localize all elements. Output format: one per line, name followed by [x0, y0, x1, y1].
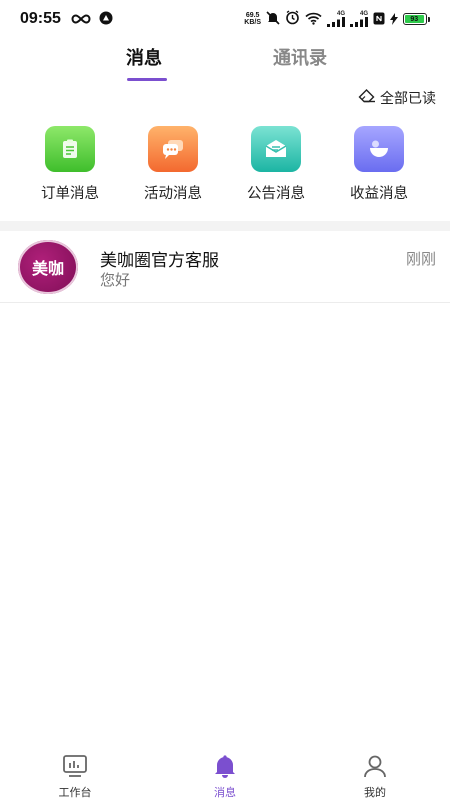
alarm-icon: [285, 9, 300, 29]
net-speed: 69.5 KB/S: [244, 12, 261, 26]
nav-item-me[interactable]: 我的: [300, 744, 450, 800]
signal-icon: 4G: [350, 11, 368, 27]
user-icon: [362, 754, 388, 782]
category-label: 公告消息: [247, 186, 305, 202]
infinity-icon: [71, 10, 91, 29]
conversation-item[interactable]: 美咖 美咖圈官方客服 您好 刚刚: [0, 231, 450, 303]
signal-icon: 4G: [327, 11, 345, 27]
nav-item-workbench[interactable]: 工作台: [0, 744, 150, 800]
nfc-icon: [373, 10, 385, 29]
nav-label: 工作台: [58, 786, 92, 799]
tab-messages[interactable]: 消息: [126, 44, 162, 70]
envelope-icon: [251, 126, 301, 172]
nav-label: 我的: [364, 786, 386, 799]
mute-icon: [266, 10, 280, 29]
category-announcement-messages[interactable]: 公告消息: [231, 126, 321, 203]
category-activity-messages[interactable]: 活动消息: [128, 126, 218, 203]
net-speed-unit: KB/S: [244, 19, 261, 26]
section-divider: [0, 221, 450, 231]
category-label: 订单消息: [41, 186, 99, 202]
status-bar: 09:55 69.5 KB/S 4G 4G 93: [0, 0, 450, 38]
mark-all-read-label: 全部已读: [380, 91, 436, 107]
wifi-icon: [305, 10, 322, 29]
bottom-nav: 工作台 消息 我的: [0, 744, 450, 800]
category-earnings-messages[interactable]: 收益消息: [334, 126, 424, 203]
status-time: 09:55: [20, 10, 61, 27]
dashboard-icon: [62, 754, 88, 782]
chat-bubbles-icon: [148, 126, 198, 172]
conversation-time: 刚刚: [405, 250, 436, 268]
app-notification-icon: [99, 10, 113, 29]
nav-label: 消息: [214, 786, 236, 799]
mark-all-read-button[interactable]: 全部已读: [358, 88, 436, 108]
category-label: 活动消息: [144, 186, 202, 202]
conversation-last-message: 您好: [100, 271, 131, 289]
message-categories: 订单消息 活动消息 公告消息 收益消息: [0, 126, 450, 206]
category-label: 收益消息: [350, 186, 408, 202]
clipboard-icon: [45, 126, 95, 172]
eraser-icon: [358, 89, 376, 107]
tab-contacts[interactable]: 通讯录: [273, 44, 327, 70]
avatar: 美咖: [18, 240, 78, 294]
battery-icon: 93: [403, 13, 430, 25]
wallet-icon: [354, 126, 404, 172]
category-order-messages[interactable]: 订单消息: [25, 126, 115, 203]
top-tabs: 消息 通讯录: [0, 40, 450, 84]
avatar-logo-text: 美咖: [31, 259, 64, 278]
status-right: 69.5 KB/S 4G 4G 93: [244, 9, 430, 29]
net-speed-value: 69.5: [245, 12, 260, 19]
charging-icon: [390, 10, 398, 29]
nav-item-messages[interactable]: 消息: [150, 744, 300, 800]
status-left-icons: [71, 10, 113, 29]
tab-underline: [127, 78, 167, 81]
conversation-name: 美咖圈官方客服: [100, 251, 219, 271]
bell-icon: [212, 754, 238, 782]
battery-level: 93: [405, 15, 424, 23]
